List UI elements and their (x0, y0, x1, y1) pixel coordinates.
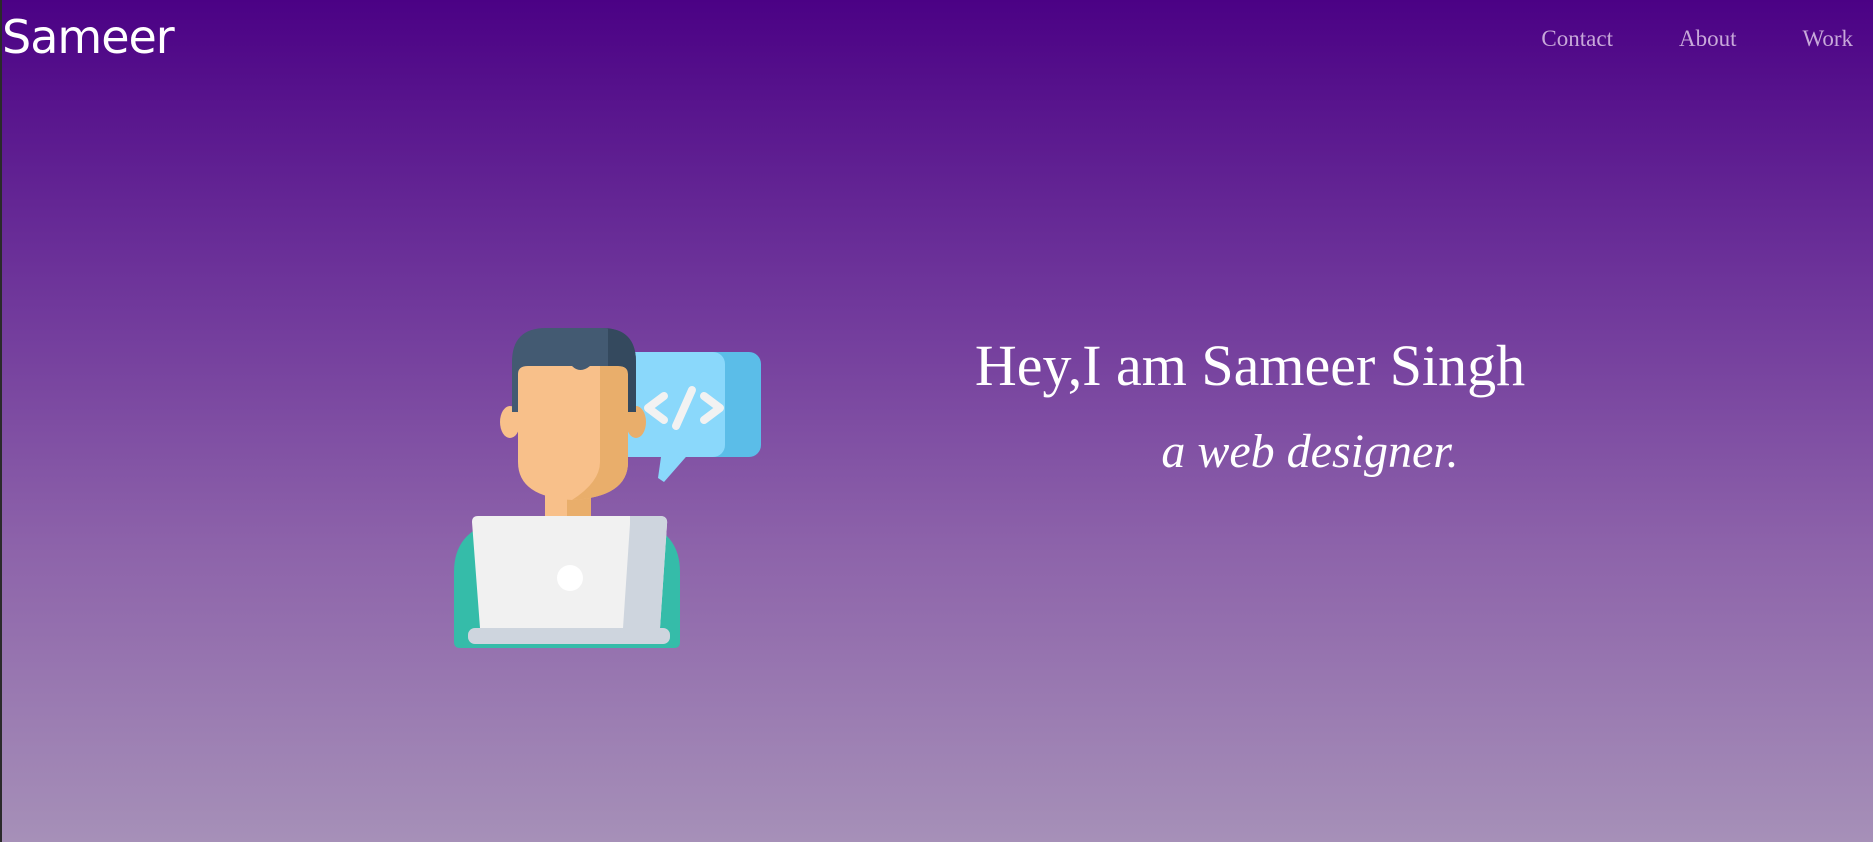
nav-link-work[interactable]: Work (1802, 26, 1853, 52)
main-nav: Contact About Work (1475, 26, 1853, 52)
nav-link-contact[interactable]: Contact (1541, 26, 1613, 52)
site-logo[interactable]: Sameer (2, 10, 175, 65)
hero-title: Hey,I am Sameer Singh (974, 333, 1526, 398)
hero-subtitle: a web designer. (1161, 424, 1459, 478)
window-edge (0, 0, 2, 842)
nav-link-about[interactable]: About (1679, 26, 1737, 52)
developer-illustration-icon (440, 322, 770, 652)
hero-text: Hey,I am Sameer Singh a web designer. (900, 330, 1600, 480)
